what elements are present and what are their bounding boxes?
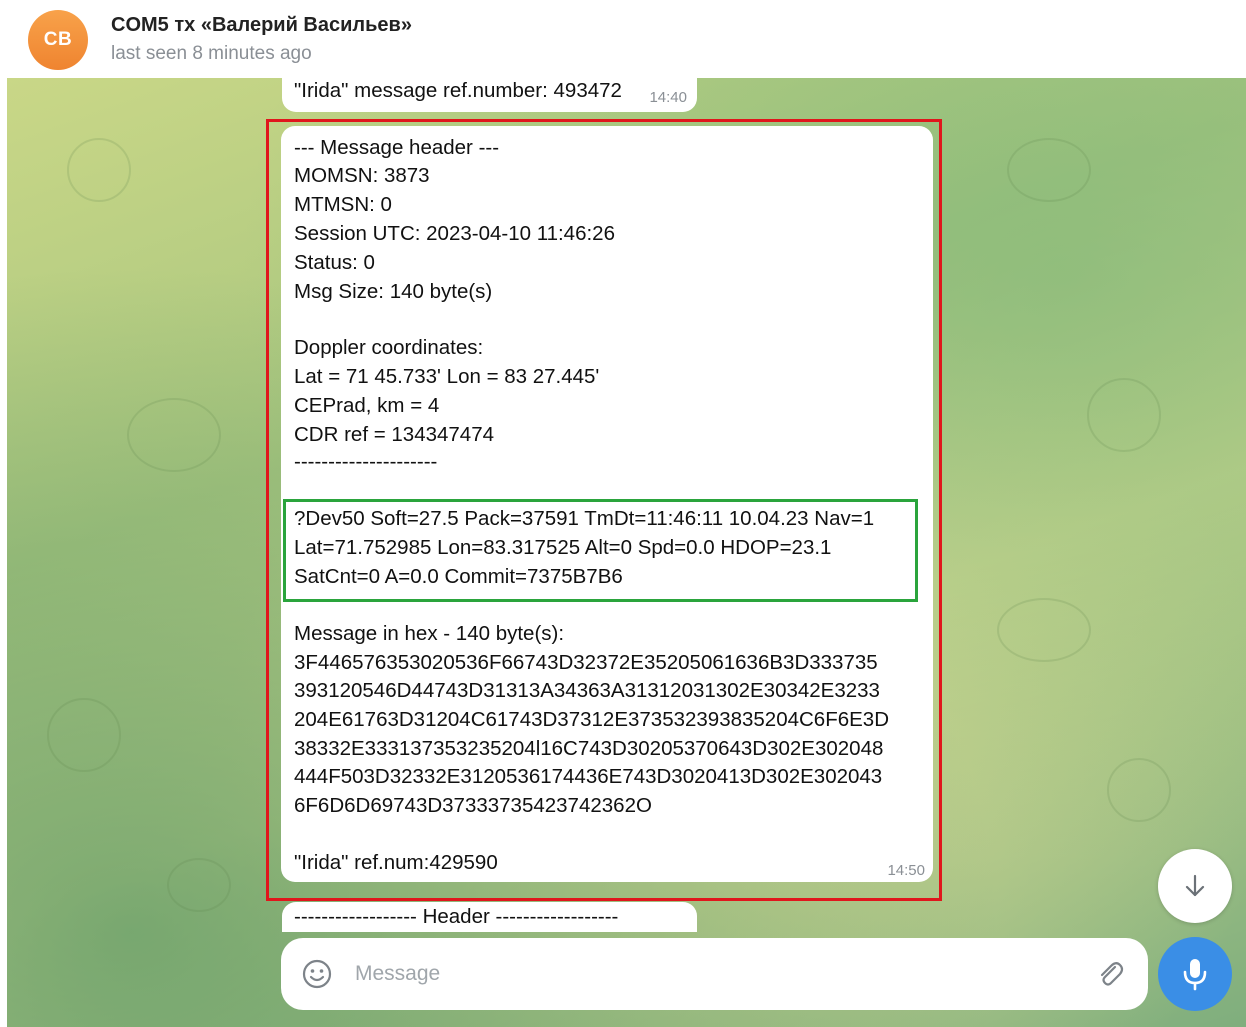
message-line: Session UTC: 2023-04-10 11:46:26 <box>294 222 615 245</box>
message-line: 38332E333137353235204l16C743D30205370643… <box>294 737 884 760</box>
wallpaper-doodle <box>997 598 1091 662</box>
message-line: CEPrad, km = 4 <box>294 394 440 417</box>
wallpaper-doodle <box>67 138 131 202</box>
message-time: 14:40 <box>649 89 687 106</box>
message-line: SatCnt=0 A=0.0 Commit=7375B7B6 <box>294 565 623 588</box>
message-line: MOMSN: 3873 <box>294 164 430 187</box>
wallpaper-doodle <box>127 398 221 472</box>
microphone-button[interactable] <box>1158 937 1232 1011</box>
message-line: 444F503D32332E3120536174436E743D3020413D… <box>294 765 883 788</box>
emoji-icon[interactable] <box>301 958 333 990</box>
message-line: Status: 0 <box>294 251 375 274</box>
message-line: Doppler coordinates: <box>294 336 484 359</box>
message-line: Message in hex - 140 byte(s): <box>294 622 565 645</box>
chat-status: last seen 8 minutes ago <box>111 43 312 64</box>
wallpaper-doodle <box>47 698 121 772</box>
wallpaper-doodle <box>1107 758 1171 822</box>
message-text: "Irida" message ref.number: 493472 <box>294 79 622 102</box>
message-line: Lat=71.752985 Lon=83.317525 Alt=0 Spd=0.… <box>294 536 832 559</box>
microphone-icon <box>1183 959 1207 991</box>
message-line: ?Dev50 Soft=27.5 Pack=37591 TmDt=11:46:1… <box>294 507 875 530</box>
message-line: Lat = 71 45.733' Lon = 83 27.445' <box>294 365 600 388</box>
wallpaper-doodle <box>1087 378 1161 452</box>
message-line: MTMSN: 0 <box>294 193 392 216</box>
message-line: 3F446576353020536F66743D32372E3520506163… <box>294 651 878 674</box>
message-line: 6F6D6D69743D37333735423742362O <box>294 794 652 817</box>
message-bubble[interactable]: --- Message header --- MOMSN: 3873 MTMSN… <box>281 126 933 882</box>
avatar[interactable]: CB <box>28 10 88 70</box>
message-input[interactable] <box>355 959 1055 989</box>
chat-header: CB COM5 тх «Валерий Васильев» last seen … <box>0 0 1246 78</box>
message-line: 204E61763D31204C61743D37312E373532393835… <box>294 708 890 731</box>
message-line: CDR ref = 134347474 <box>294 423 495 446</box>
message-line: "Irida" ref.num:429590 <box>294 851 498 874</box>
chat-title[interactable]: COM5 тх «Валерий Васильев» <box>111 14 412 37</box>
message-line: 393120546D44743D31313A34363A31312031302E… <box>294 679 880 702</box>
scroll-down-button[interactable] <box>1158 849 1232 923</box>
arrow-down-icon <box>1185 874 1205 897</box>
message-bubble[interactable]: "Irida" message ref.number: 493472 14:40 <box>282 78 697 112</box>
message-line: Msg Size: 140 byte(s) <box>294 280 493 303</box>
message-text: ------------------ Header --------------… <box>294 905 619 928</box>
wallpaper-doodle <box>1007 138 1091 202</box>
message-line: --- Message header --- <box>294 136 500 159</box>
paperclip-icon[interactable] <box>1094 958 1126 990</box>
message-time: 14:50 <box>887 862 925 879</box>
wallpaper-doodle <box>167 858 231 912</box>
message-line: --------------------- <box>294 450 438 473</box>
message-bubble[interactable]: ------------------ Header --------------… <box>282 902 697 932</box>
message-composer <box>281 938 1148 1010</box>
